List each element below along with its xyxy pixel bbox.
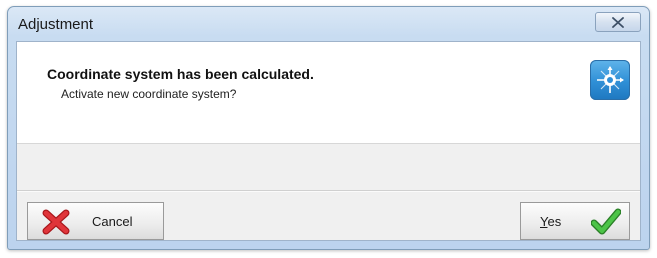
message-title: Coordinate system has been calculated. (47, 66, 314, 82)
yes-button-label: Yes (540, 214, 561, 229)
coordinate-system-icon (590, 60, 630, 100)
close-button[interactable] (595, 12, 641, 32)
yes-label-rest: es (547, 214, 562, 229)
green-check-icon (590, 208, 622, 239)
window-title: Adjustment (18, 16, 94, 33)
title-bar[interactable]: Adjustment (8, 7, 649, 41)
dialog-client-area: Coordinate system has been calculated. A… (16, 41, 641, 241)
yes-button[interactable]: Yes (520, 202, 630, 240)
red-x-icon (42, 209, 70, 238)
message-panel: Coordinate system has been calculated. A… (17, 42, 640, 144)
button-separator-highlight (17, 191, 640, 192)
cancel-button-label: Cancel (92, 214, 133, 229)
close-icon (612, 16, 624, 28)
dialog-window: Adjustment Coordinate system has been ca… (7, 6, 650, 250)
cancel-button[interactable]: Cancel (27, 202, 164, 240)
message-subtitle: Activate new coordinate system? (61, 87, 237, 101)
